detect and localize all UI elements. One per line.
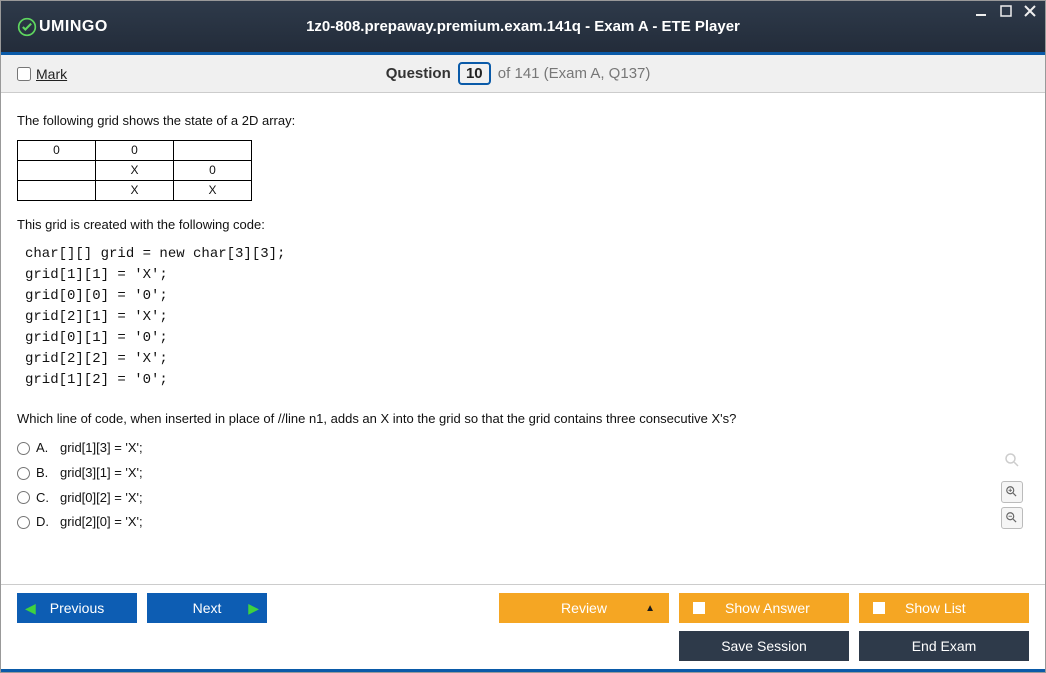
cell: X (96, 160, 174, 180)
option-letter: B. (36, 463, 54, 484)
cell (18, 181, 96, 201)
grid-table: 00 X0 XX (17, 140, 252, 202)
footer-row-2: Save Session End Exam (1, 631, 1045, 669)
option-d[interactable]: D. grid[2][0] = 'X'; (17, 512, 1029, 533)
next-button[interactable]: Next ▶ (147, 593, 267, 623)
code-block: char[][] grid = new char[3][3]; grid[1][… (25, 244, 1029, 391)
mark-label: Mark (36, 66, 67, 82)
titlebar: UMINGO 1z0-808.prepaway.premium.exam.141… (1, 1, 1045, 55)
option-letter: D. (36, 512, 54, 533)
mark-checkbox[interactable]: Mark (17, 66, 67, 82)
question-counter: Question 10 of 141 (Exam A, Q137) (67, 62, 969, 85)
option-text: grid[3][1] = 'X'; (60, 463, 143, 484)
option-b[interactable]: B. grid[3][1] = 'X'; (17, 463, 1029, 484)
cell: 0 (18, 140, 96, 160)
option-text: grid[0][2] = 'X'; (60, 488, 143, 509)
save-session-button[interactable]: Save Session (679, 631, 849, 661)
options-group: A.grid[1][3] = 'X'; B.grid[3][1] = 'X'; … (17, 438, 1029, 533)
option-radio[interactable] (17, 491, 30, 504)
question-word: Question (386, 65, 451, 82)
footer: ◀ Previous Next ▶ Review ▲ Show Answer Show… (1, 584, 1045, 672)
search-icon[interactable] (1001, 449, 1023, 471)
option-text: grid[1][3] = 'X'; (60, 438, 143, 459)
footer-row-1: ◀ Previous Next ▶ Review ▲ Show Answer Show… (1, 585, 1045, 631)
previous-button[interactable]: ◀ Previous (17, 593, 137, 623)
arrow-right-icon: ▶ (248, 600, 259, 617)
square-icon (873, 602, 885, 614)
brand-logo: UMINGO (17, 17, 108, 37)
brand-text: UMINGO (39, 18, 108, 36)
maximize-button[interactable] (997, 3, 1015, 19)
intro-text-1: The following grid shows the state of a … (17, 111, 1029, 132)
cell: X (174, 181, 252, 201)
end-exam-button[interactable]: End Exam (859, 631, 1029, 661)
btn-label: Previous (50, 600, 104, 616)
minimize-button[interactable] (973, 3, 991, 19)
show-list-button[interactable]: Show List (859, 593, 1029, 623)
cell: 0 (174, 160, 252, 180)
content-area: The following grid shows the state of a … (1, 93, 1045, 584)
mark-input[interactable] (17, 67, 31, 81)
review-button[interactable]: Review ▲ (499, 593, 669, 623)
option-radio[interactable] (17, 516, 30, 529)
intro-text-2: This grid is created with the following … (17, 215, 1029, 236)
option-radio[interactable] (17, 442, 30, 455)
option-a[interactable]: A. grid[1][3] = 'X'; (17, 438, 1029, 459)
cell (174, 140, 252, 160)
option-letter: C. (36, 488, 54, 509)
btn-label: Show List (905, 600, 966, 616)
cell: 0 (96, 140, 174, 160)
option-radio[interactable] (17, 467, 30, 480)
btn-label: End Exam (912, 638, 977, 654)
btn-label: Save Session (721, 638, 807, 654)
question-total: of 141 (Exam A, Q137) (498, 65, 651, 82)
cell: X (96, 181, 174, 201)
window-controls (973, 3, 1039, 19)
arrow-left-icon: ◀ (25, 600, 36, 617)
zoom-out-button[interactable] (1001, 507, 1023, 529)
option-text: grid[2][0] = 'X'; (60, 512, 143, 533)
caret-up-icon: ▲ (645, 603, 655, 614)
close-button[interactable] (1021, 3, 1039, 19)
square-icon (693, 602, 705, 614)
window-title: 1z0-808.prepaway.premium.exam.141q - Exa… (306, 18, 740, 35)
question-text: Which line of code, when inserted in pla… (17, 409, 1029, 430)
option-c[interactable]: C. grid[0][2] = 'X'; (17, 488, 1029, 509)
zoom-controls (1001, 449, 1023, 529)
app-window: UMINGO 1z0-808.prepaway.premium.exam.141… (0, 0, 1046, 673)
zoom-in-button[interactable] (1001, 481, 1023, 503)
btn-label: Next (193, 600, 222, 616)
bottom-accent (1, 669, 1045, 672)
show-answer-button[interactable]: Show Answer (679, 593, 849, 623)
question-number-input[interactable]: 10 (458, 62, 491, 85)
btn-label: Show Answer (725, 600, 810, 616)
check-icon (17, 17, 37, 37)
cell (18, 160, 96, 180)
option-letter: A. (36, 438, 54, 459)
btn-label: Review (561, 600, 607, 616)
question-header: Mark Question 10 of 141 (Exam A, Q137) (1, 55, 1045, 93)
